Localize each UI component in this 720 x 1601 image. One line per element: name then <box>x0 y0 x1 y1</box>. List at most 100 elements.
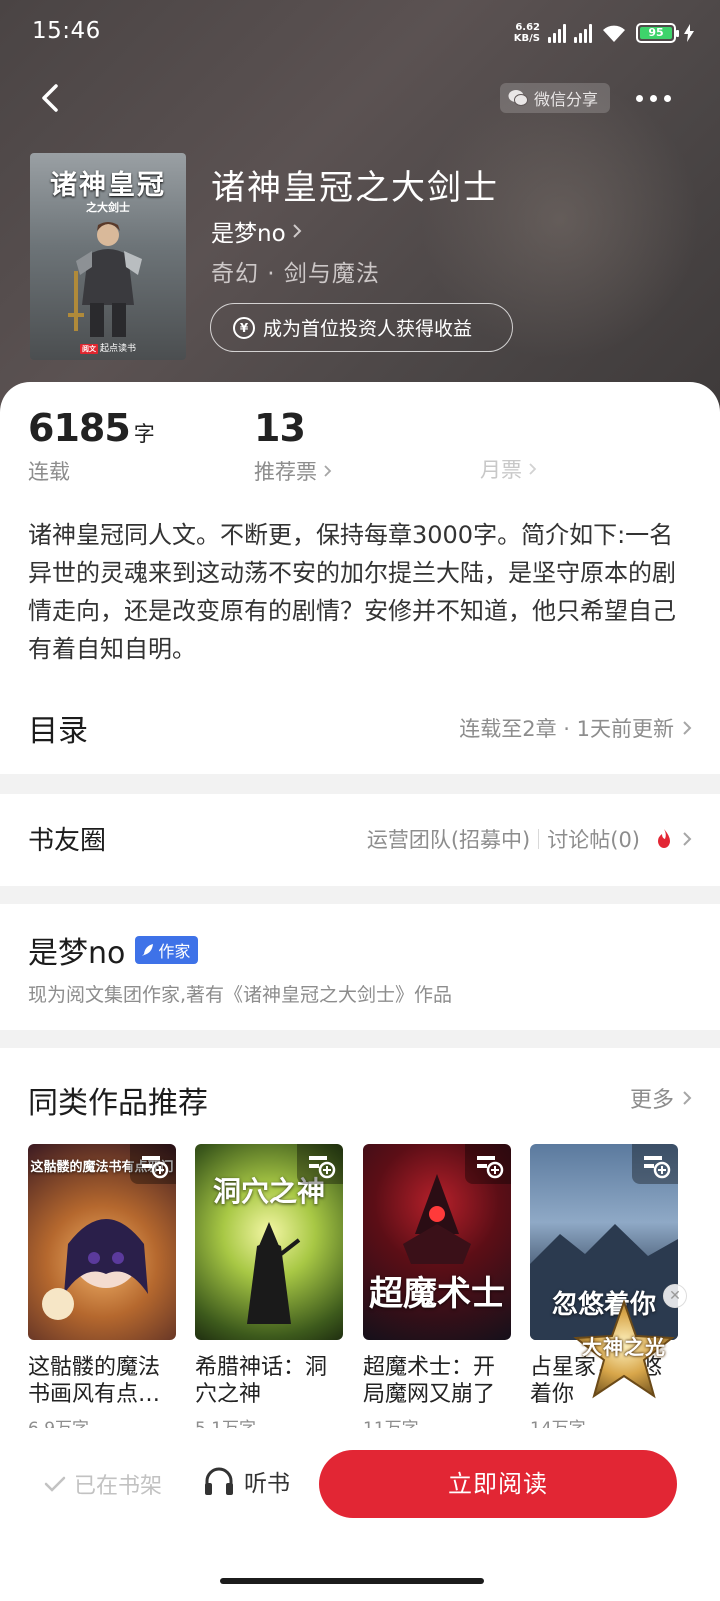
recommended-book-cover: 这骷髅的魔法书有点邪门 <box>28 1144 176 1340</box>
yuan-icon: ¥ <box>233 316 255 339</box>
word-count: 6185 <box>28 406 131 450</box>
charging-icon <box>684 24 694 42</box>
battery-level: 95 <box>640 27 672 39</box>
wechat-share-button[interactable]: 微信分享 <box>500 83 611 113</box>
add-to-shelf-icon[interactable] <box>297 1144 343 1184</box>
recommended-book-cover: 洞穴之神 <box>195 1144 343 1340</box>
book-circle-row[interactable]: 书友圈 运营团队(招募中) 讨论帖(0) <box>0 794 720 886</box>
writer-badge-label: 作家 <box>158 942 191 961</box>
monthly-ticket-label-row: 月票 <box>480 454 537 484</box>
chevron-right-icon <box>683 721 692 735</box>
discussion-posts-link[interactable]: 讨论帖(0) <box>547 824 640 854</box>
network-speed-unit: KB/S <box>513 33 540 44</box>
fire-icon <box>658 829 670 848</box>
share-label: 微信分享 <box>534 90 599 109</box>
back-button[interactable] <box>34 80 70 116</box>
word-count-unit: 字 <box>133 422 155 446</box>
invest-button[interactable]: ¥ 成为首位投资人获得收益 <box>210 303 513 352</box>
status-bar: 15:46 6.62 KB/S 95 <box>0 0 720 66</box>
promo-badge[interactable]: 大神之光 <box>572 1298 676 1408</box>
recommended-book-cover: 超魔术士 <box>363 1144 511 1340</box>
chevron-right-icon <box>529 463 537 475</box>
chevron-right-icon <box>292 224 302 238</box>
chevron-right-icon <box>683 832 692 846</box>
headphones-icon <box>205 1467 233 1495</box>
signal-icon <box>548 23 566 43</box>
cover-brand-tag: 阅文 <box>79 344 98 354</box>
read-now-button[interactable]: 立即阅读 <box>319 1450 677 1518</box>
listen-button[interactable]: 听书 <box>202 1464 290 1498</box>
recommend-ticket-stat[interactable]: 13 推荐票 <box>254 406 332 486</box>
feather-icon <box>142 944 154 956</box>
recommend-ticket-count: 13 <box>254 406 306 450</box>
signal-icon-2 <box>574 23 592 43</box>
cover-brand-name: 起点读书 <box>99 344 136 354</box>
recommended-book[interactable]: 洞穴之神 希腊神话：洞穴之神 5.1万字 <box>195 1144 343 1439</box>
toc-title: 目录 <box>28 714 88 749</box>
cover-text: 超魔术士 <box>369 1274 505 1314</box>
book-cover[interactable]: 诸神皇冠 之大剑士 阅文 起点读书 <box>30 153 186 360</box>
recommended-book[interactable]: 这骷髅的魔法书有点邪门 这骷髅的魔法书画风有点… 6.9万字 <box>28 1144 176 1439</box>
close-promo-button[interactable]: ✕ <box>663 1284 687 1308</box>
listen-label: 听书 <box>244 1471 290 1497</box>
more-dot <box>636 94 643 102</box>
more-dot <box>650 94 657 102</box>
more-button[interactable] <box>636 86 678 110</box>
promo-badge-text: 大神之光 <box>582 1335 666 1359</box>
monthly-ticket-stat[interactable]: 月票 <box>480 454 537 484</box>
on-shelf-button[interactable]: 已在书架 <box>44 1468 162 1500</box>
wechat-icon <box>508 90 528 106</box>
invest-label: 成为首位投资人获得收益 <box>263 318 473 340</box>
divider <box>538 829 540 849</box>
serial-status: 连载 <box>28 460 70 484</box>
ops-team-link[interactable]: 运营团队(招募中) <box>367 824 530 854</box>
book-description[interactable]: 诸神皇冠同人文。不断更，保持每章3000字。简介如下:一名异世的灵魂来到这动荡不… <box>28 516 692 668</box>
book-info-card: 6185 字 连载 13 推荐票 月票 诸神皇冠同人文。不断更，保持每章3000字… <box>0 382 720 774</box>
cover-brand: 阅文 起点读书 <box>30 341 186 354</box>
chevron-right-icon <box>324 465 332 477</box>
add-to-shelf-icon[interactable] <box>632 1144 678 1184</box>
recommended-book-title: 希腊神话：洞穴之神 <box>195 1355 328 1407</box>
author-card[interactable]: 是梦no 作家 现为阅文集团作家,著有《诸神皇冠之大剑士》作品 <box>0 904 720 1030</box>
recommend-ticket-label: 推荐票 <box>254 460 317 484</box>
toc-status-row: 连载至2章 · 1天前更新 <box>459 713 692 743</box>
author-name-row: 是梦no 作家 <box>28 928 199 972</box>
writer-badge: 作家 <box>135 936 199 964</box>
toc-status: 连载至2章 · 1天前更新 <box>459 717 674 741</box>
battery-icon: 95 <box>636 23 679 43</box>
on-shelf-label: 已在书架 <box>74 1474 163 1499</box>
circle-info: 运营团队(招募中) 讨论帖(0) <box>367 824 692 854</box>
status-time: 15:46 <box>32 18 101 44</box>
cover-title: 诸神皇冠 <box>50 170 166 201</box>
recommended-book[interactable]: 超魔术士 超魔术士：开局魔网又崩了 11万字 <box>363 1144 511 1439</box>
recommend-ticket-label-row: 推荐票 <box>254 456 332 486</box>
book-header: 15:46 6.62 KB/S 95 微信分享 诸神皇冠 之大剑士 阅文 起点读… <box>0 0 720 420</box>
home-indicator[interactable] <box>220 1578 484 1584</box>
knight-illustration <box>68 222 142 337</box>
section-title: 同类作品推荐 <box>28 1086 208 1121</box>
author-intro: 现为阅文集团作家,著有《诸神皇冠之大剑士》作品 <box>28 984 453 1006</box>
cover-subtitle: 之大剑士 <box>86 201 130 214</box>
author-card-name: 是梦no <box>28 936 126 971</box>
book-title: 诸神皇冠之大剑士 <box>211 168 499 208</box>
wifi-icon <box>600 22 628 44</box>
more-dot <box>664 94 671 102</box>
author-name: 是梦no <box>211 221 286 247</box>
add-to-shelf-icon[interactable] <box>130 1144 176 1184</box>
network-speed-value: 6.62 <box>515 22 540 33</box>
network-speed: 6.62 KB/S <box>508 22 540 44</box>
more-label: 更多 <box>629 1088 674 1113</box>
recommended-book-title: 超魔术士：开局魔网又崩了 <box>363 1355 496 1407</box>
author-link[interactable]: 是梦no <box>211 214 302 248</box>
word-count-stat: 6185 字 连载 <box>28 406 155 486</box>
check-icon <box>44 1476 66 1492</box>
chevron-left-icon <box>42 84 58 112</box>
circle-title: 书友圈 <box>28 826 107 856</box>
more-link[interactable]: 更多 <box>630 1082 692 1114</box>
table-of-contents-row[interactable]: 目录 连载至2章 · 1天前更新 <box>28 702 692 754</box>
chevron-right-icon <box>683 1091 692 1105</box>
book-genre[interactable]: 奇幻 · 剑与魔法 <box>211 254 380 288</box>
add-to-shelf-icon[interactable] <box>465 1144 511 1184</box>
status-icons: 6.62 KB/S 95 <box>508 18 694 48</box>
bottom-action-bar: 已在书架 听书 立即阅读 <box>0 1428 720 1601</box>
